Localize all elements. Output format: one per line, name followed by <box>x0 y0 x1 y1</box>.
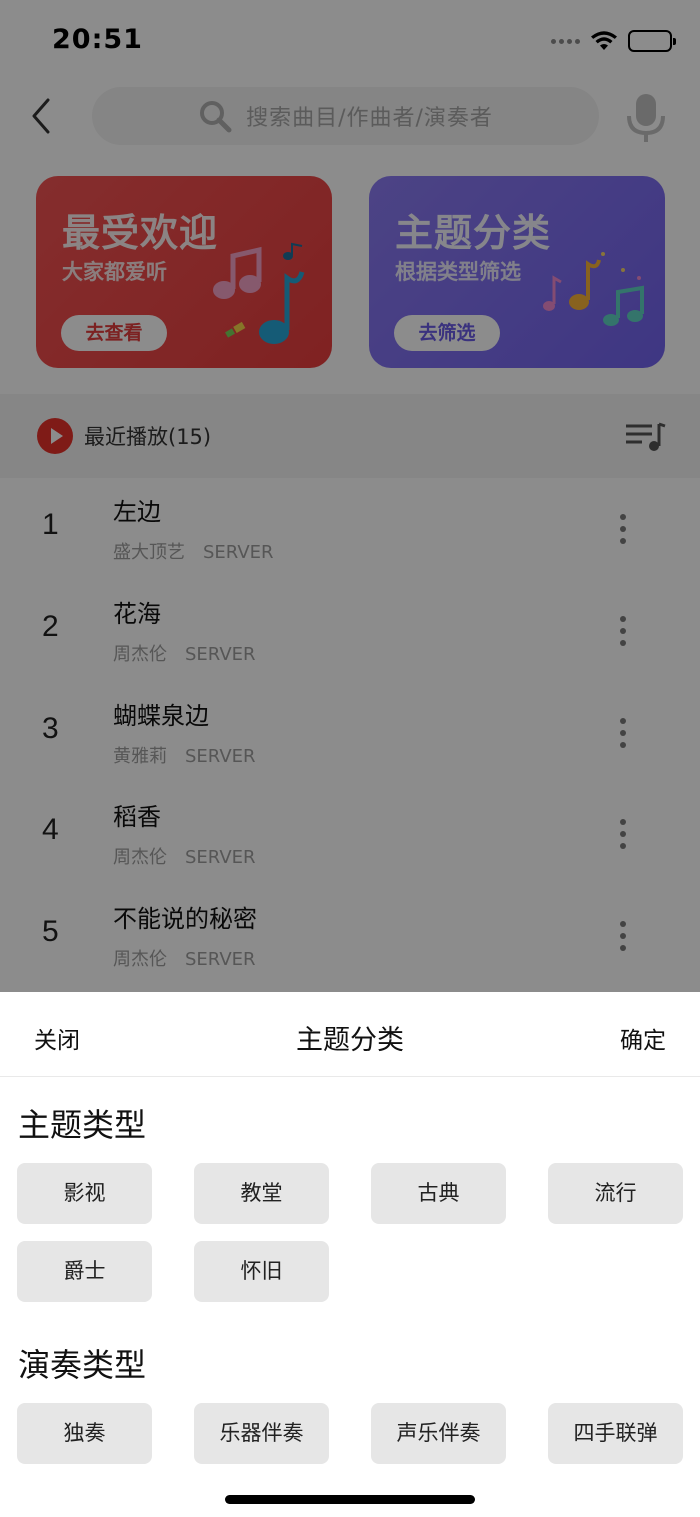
tag-option[interactable]: 影视 <box>17 1163 152 1224</box>
section-title-performance-type: 演奏类型 <box>18 1346 147 1384</box>
category-filter-sheet: 关闭 主题分类 确定 主题类型 影视 教堂 古典 流行 爵士 怀旧 演奏类型 独… <box>0 992 700 1517</box>
sheet-title: 主题分类 <box>296 1025 404 1056</box>
modal-backdrop[interactable] <box>0 0 700 992</box>
home-indicator[interactable] <box>225 1495 475 1504</box>
tag-option[interactable]: 爵士 <box>17 1241 152 1302</box>
tag-option[interactable]: 乐器伴奏 <box>194 1403 329 1464</box>
section-title-theme-type: 主题类型 <box>18 1106 147 1144</box>
tag-option[interactable]: 四手联弹 <box>548 1403 683 1464</box>
tag-option[interactable]: 古典 <box>371 1163 506 1224</box>
tag-option[interactable]: 流行 <box>548 1163 683 1224</box>
confirm-button[interactable]: 确定 <box>620 1021 666 1055</box>
tag-option[interactable]: 教堂 <box>194 1163 329 1224</box>
sheet-header: 关闭 主题分类 确定 <box>0 992 700 1077</box>
tag-option[interactable]: 声乐伴奏 <box>371 1403 506 1464</box>
tag-option[interactable]: 独奏 <box>17 1403 152 1464</box>
tag-option[interactable]: 怀旧 <box>194 1241 329 1302</box>
